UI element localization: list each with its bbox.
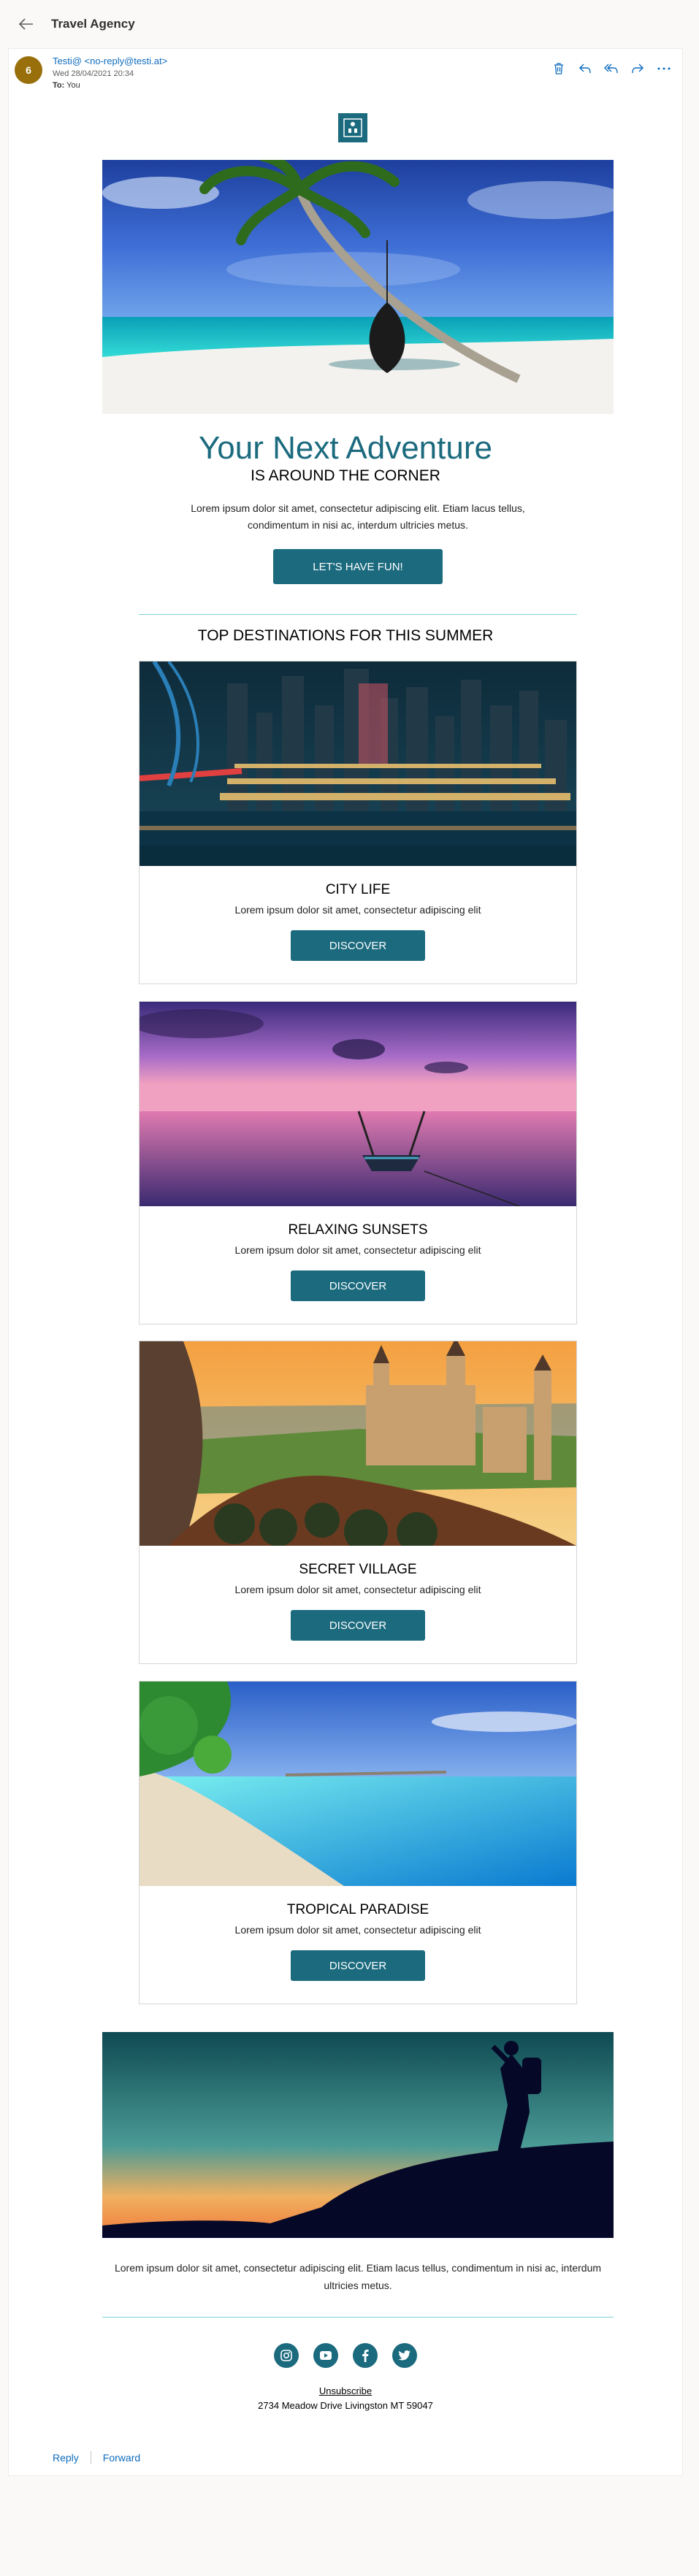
section-title: TOP DESTINATIONS FOR THIS SUMMER [197, 627, 494, 644]
twitter-icon[interactable] [392, 2343, 417, 2368]
avatar[interactable]: 6 [15, 56, 42, 84]
tropical-paradise-image [140, 1682, 576, 1886]
unsubscribe-link[interactable]: Unsubscribe [319, 2385, 372, 2396]
reply-all-icon[interactable] [603, 61, 619, 77]
relaxing-sunsets-image [140, 1002, 576, 1206]
delete-icon[interactable] [551, 61, 567, 77]
message-date: Wed 28/04/2021 20:34 [53, 69, 134, 78]
social-links [9, 2343, 682, 2368]
discover-button[interactable]: DISCOVER [291, 1950, 425, 1981]
company-address: 2734 Meadow Drive Livingston MT 59047 [258, 2400, 433, 2411]
destination-card-tropical-paradise: TROPICAL PARADISE Lorem ipsum dolor sit … [139, 1681, 577, 2004]
destination-title: TROPICAL PARADISE [286, 1902, 429, 1917]
reply-button[interactable]: Reply [53, 2452, 79, 2464]
back-arrow-icon[interactable] [16, 14, 37, 34]
lets-have-fun-button[interactable]: LET'S HAVE FUN! [273, 549, 443, 584]
youtube-icon[interactable] [313, 2343, 338, 2368]
reply-icon[interactable] [577, 61, 593, 77]
destination-text: Lorem ipsum dolor sit amet, consectetur … [234, 1584, 481, 1595]
footer-divider [102, 2317, 614, 2318]
hiker-image [102, 2032, 614, 2238]
message-card: 6 Testi@ <no-reply@testi.at> Wed 28/04/2… [8, 48, 683, 2476]
hero-subtitle: IS AROUND THE CORNER [251, 467, 440, 484]
brand-logo-icon [338, 113, 367, 142]
destination-title: SECRET VILLAGE [299, 1562, 417, 1577]
message-header: 6 Testi@ <no-reply@testi.at> Wed 28/04/2… [9, 49, 682, 100]
discover-button[interactable]: DISCOVER [291, 930, 425, 961]
hero-title: Your Next Adventure [199, 430, 492, 466]
sender-address[interactable]: Testi@ <no-reply@testi.at> [53, 55, 167, 66]
hero-image [102, 160, 614, 414]
to-value: You [66, 81, 80, 90]
footer-body: Lorem ipsum dolor sit amet, consectetur … [114, 2262, 602, 2291]
destination-card-secret-village: SECRET VILLAGE Lorem ipsum dolor sit ame… [139, 1341, 577, 1664]
recipient-line: To: You [53, 81, 80, 90]
city-life-image [140, 662, 576, 866]
destination-title: CITY LIFE [325, 882, 391, 897]
discover-button[interactable]: DISCOVER [291, 1610, 425, 1641]
destination-text: Lorem ipsum dolor sit amet, consectetur … [234, 904, 481, 916]
unsubscribe-link-row: Unsubscribe [9, 2385, 682, 2396]
secret-village-image [140, 1341, 576, 1546]
reply-actions: Reply Forward [53, 2451, 140, 2464]
top-bar: Travel Agency [0, 0, 699, 48]
forward-button[interactable]: Forward [103, 2452, 140, 2464]
hero-body: Lorem ipsum dolor sit amet, consectetur … [191, 502, 525, 531]
message-actions [551, 61, 672, 77]
destination-title: RELAXING SUNSETS [288, 1222, 428, 1238]
instagram-icon[interactable] [274, 2343, 299, 2368]
to-label: To: [53, 81, 65, 90]
destination-card-relaxing-sunsets: RELAXING SUNSETS Lorem ipsum dolor sit a… [139, 1001, 577, 1325]
facebook-icon[interactable] [353, 2343, 378, 2368]
app-title: Travel Agency [51, 17, 135, 31]
destination-card-city-life: CITY LIFE Lorem ipsum dolor sit amet, co… [139, 661, 577, 984]
destination-text: Lorem ipsum dolor sit amet, consectetur … [234, 1924, 481, 1936]
more-icon[interactable] [656, 61, 672, 77]
destination-text: Lorem ipsum dolor sit amet, consectetur … [234, 1244, 481, 1256]
forward-icon[interactable] [630, 61, 646, 77]
divider [139, 614, 577, 615]
discover-button[interactable]: DISCOVER [291, 1270, 425, 1301]
